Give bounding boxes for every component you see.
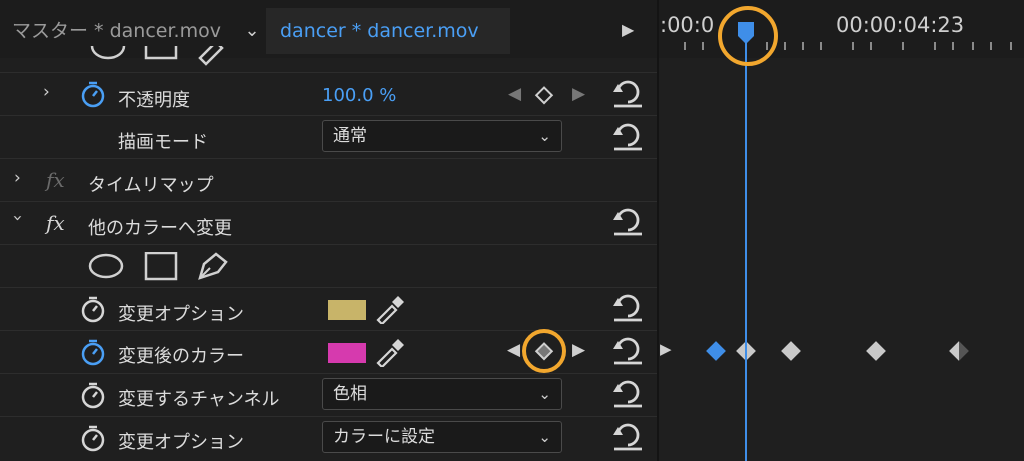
highlight-ring (718, 6, 778, 66)
chevron-down-icon: ⌄ (538, 127, 551, 145)
play-icon[interactable]: ▶ (622, 17, 644, 43)
opacity-label: 不透明度 (118, 90, 190, 111)
reset-icon[interactable] (612, 335, 644, 365)
keyframe-track[interactable] (658, 58, 1024, 461)
blend-mode-label: 描画モード (118, 132, 208, 153)
stopwatch-icon[interactable] (80, 424, 106, 452)
highlight-ring (522, 329, 566, 373)
channel-select[interactable]: 色相 ⌄ (322, 378, 562, 410)
change-option-select[interactable]: カラーに設定 ⌄ (322, 421, 562, 453)
collapse-effect-icon[interactable]: › (7, 215, 27, 222)
expand-opacity-icon[interactable]: › (43, 82, 50, 102)
from-color-swatch[interactable] (328, 300, 366, 320)
blend-mode-value: 通常 (333, 126, 367, 146)
reset-icon[interactable] (612, 206, 644, 236)
timecode-start: :00:0 (660, 13, 715, 37)
reset-icon[interactable] (612, 292, 644, 322)
stopwatch-active-icon[interactable] (80, 338, 106, 366)
chevron-down-icon: ⌄ (538, 385, 551, 403)
stopwatch-icon[interactable] (80, 381, 106, 409)
next-keyframe-icon[interactable]: ▶ (572, 340, 585, 360)
eyedropper-icon[interactable] (374, 335, 406, 367)
reset-icon[interactable] (612, 378, 644, 408)
track-start-icon: ▶ (660, 340, 672, 358)
change-option-value: カラーに設定 (333, 427, 435, 447)
fx-icon[interactable]: fx (46, 168, 65, 192)
prev-keyframe-icon[interactable]: ◀ (507, 340, 520, 360)
blend-mode-select[interactable]: 通常 ⌄ (322, 120, 562, 152)
reset-icon[interactable] (612, 121, 644, 151)
tab-active-clip[interactable]: dancer * dancer.mov (266, 8, 510, 54)
mask-tools (88, 252, 228, 281)
time-remap-label: タイムリマップ (88, 175, 214, 196)
to-color-swatch[interactable] (328, 343, 366, 363)
mask-tools-partial (90, 46, 224, 66)
reset-icon[interactable] (612, 78, 644, 108)
fx-icon[interactable]: fx (46, 211, 65, 235)
next-keyframe-icon[interactable]: ▶ (572, 84, 585, 104)
channel-value: 色相 (333, 384, 367, 404)
channel-label: 変更するチャンネル (118, 389, 280, 410)
reset-icon[interactable] (612, 421, 644, 451)
to-color-label: 変更後のカラー (118, 346, 244, 367)
change-option-label: 変更オプション (118, 432, 244, 453)
change-to-color-label: 他のカラーへ変更 (88, 218, 232, 239)
stopwatch-active-icon[interactable] (80, 80, 106, 108)
stopwatch-icon[interactable] (80, 295, 106, 323)
chevron-down-icon[interactable]: ⌄ (238, 8, 266, 54)
opacity-value[interactable]: 100.0 % (322, 85, 396, 106)
add-keyframe-icon[interactable] (534, 86, 554, 106)
panel-divider[interactable] (657, 0, 659, 461)
change-option-label: 変更オプション (118, 304, 244, 325)
expand-timeremap-icon[interactable]: › (14, 168, 21, 188)
eyedropper-icon[interactable] (374, 292, 406, 324)
prev-keyframe-icon[interactable]: ◀ (508, 84, 521, 104)
chevron-down-icon: ⌄ (538, 428, 551, 446)
timecode-label: 00:00:04:23 (836, 13, 965, 37)
playhead-line[interactable] (745, 40, 747, 461)
